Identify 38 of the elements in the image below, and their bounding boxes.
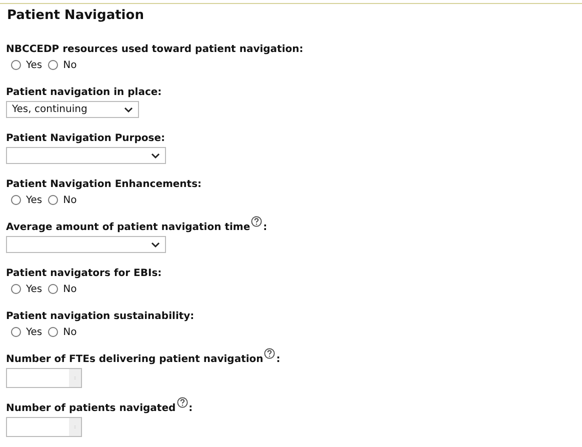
label-colon: : xyxy=(188,403,193,414)
chevron-down-icon xyxy=(151,242,160,248)
radio-button[interactable] xyxy=(48,327,58,337)
field-label: Patient Navigation Purpose: xyxy=(6,133,165,144)
radio-label[interactable]: No xyxy=(63,326,77,338)
dropdown[interactable]: Yes, continuing xyxy=(6,101,139,118)
help-icon[interactable] xyxy=(264,348,276,359)
radio-label[interactable]: No xyxy=(63,60,77,70)
radio-button[interactable] xyxy=(48,284,58,294)
chevron-down-icon xyxy=(124,106,133,112)
radio-button[interactable] xyxy=(11,284,21,294)
radio-label[interactable]: No xyxy=(63,284,77,294)
field-label: Patient navigation sustainability: xyxy=(6,311,194,322)
field-label: Patient navigators for EBIs: xyxy=(6,268,162,279)
field-label: Average amount of patient navigation time xyxy=(6,222,250,233)
number-field[interactable] xyxy=(6,417,82,437)
label-colon: : xyxy=(263,222,268,233)
radio-label[interactable]: Yes xyxy=(26,326,42,338)
radio-button[interactable] xyxy=(48,195,58,205)
field-label: Patient navigation in place: xyxy=(6,87,162,98)
radio-button[interactable] xyxy=(11,60,21,70)
chevron-down-icon xyxy=(151,152,160,158)
field-label: Number of patients navigated xyxy=(6,403,176,414)
radio-label[interactable]: Yes xyxy=(26,194,42,206)
label-colon: : xyxy=(276,354,280,365)
field-label: NBCCEDP resources used toward patient navigation: xyxy=(6,44,304,55)
radio-label[interactable]: Yes xyxy=(26,284,42,294)
field-label: Number of FTEs delivering patient navigation xyxy=(6,354,264,365)
radio-button[interactable] xyxy=(48,60,58,70)
radio-label[interactable]: Yes xyxy=(26,60,42,70)
radio-label[interactable]: No xyxy=(63,194,77,206)
section-title: Patient Navigation xyxy=(7,8,145,23)
field-label: Patient Navigation Enhancements: xyxy=(6,179,202,190)
radio-button[interactable] xyxy=(11,195,21,205)
radio-button[interactable] xyxy=(11,327,21,337)
help-icon[interactable] xyxy=(176,397,188,408)
help-icon[interactable] xyxy=(251,216,262,227)
number-field[interactable] xyxy=(6,368,82,388)
